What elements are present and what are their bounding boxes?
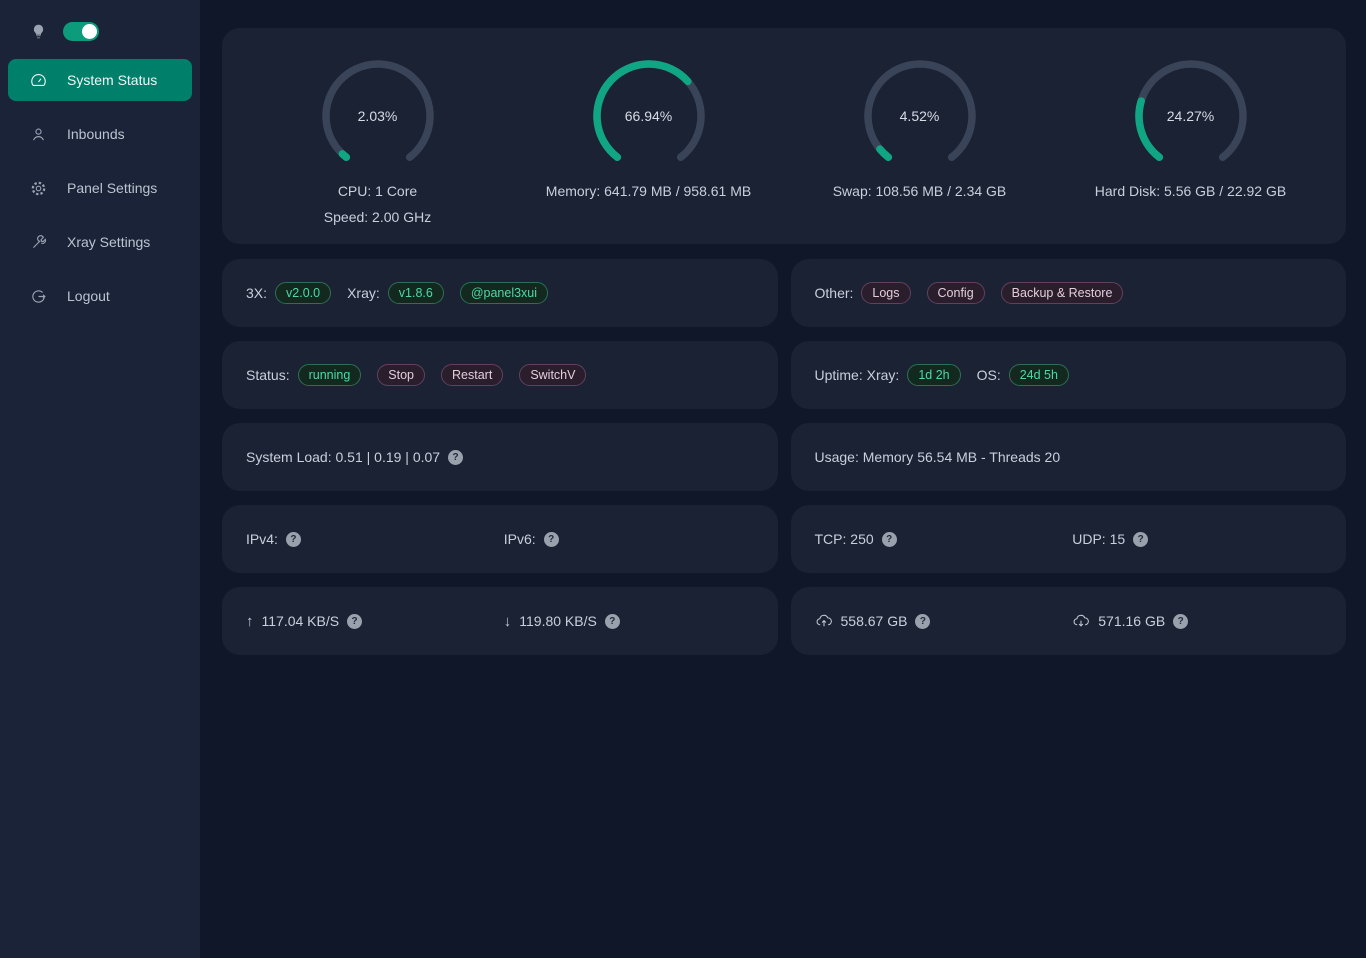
ipv6-section: IPv6: ?: [504, 531, 754, 547]
arrow-up-icon: ↑: [246, 613, 254, 630]
udp-section: UDP: 15 ?: [1072, 531, 1322, 547]
sidebar-item-inbounds[interactable]: Inbounds: [8, 113, 192, 155]
help-icon[interactable]: ?: [1133, 532, 1148, 547]
network-speed-card: ↑ 117.04 KB/S ? ↓ 119.80 KB/S ?: [222, 587, 778, 655]
upload-speed-text: 117.04 KB/S: [262, 613, 340, 629]
other-label: Other:: [815, 285, 854, 301]
backup-restore-button[interactable]: Backup & Restore: [1001, 282, 1124, 304]
memory-gauge: 66.94% Memory: 641.79 MB / 958.61 MB: [513, 56, 784, 228]
gear-icon: [30, 180, 47, 197]
sidebar-item-label: Panel Settings: [67, 180, 157, 196]
total-download-section: 571.16 GB ?: [1072, 612, 1322, 630]
help-icon[interactable]: ?: [544, 532, 559, 547]
download-speed-text: 119.80 KB/S: [519, 613, 597, 629]
cpu-speed-label: Speed: 2.00 GHz: [324, 207, 431, 228]
connections-card: TCP: 250 ? UDP: 15 ?: [791, 505, 1347, 573]
total-traffic-card: 558.67 GB ? 571.16 GB ?: [791, 587, 1347, 655]
sidebar-item-label: Inbounds: [67, 126, 125, 142]
config-button[interactable]: Config: [927, 282, 985, 304]
usage-text: Usage: Memory 56.54 MB - Threads 20: [815, 449, 1061, 465]
os-uptime-badge: 24d 5h: [1009, 364, 1069, 386]
xray-status-card: Status: running Stop Restart SwitchV: [222, 341, 778, 409]
disk-percent: 24.27%: [1131, 56, 1251, 176]
tcp-section: TCP: 250 ?: [815, 531, 1065, 547]
ipv4-section: IPv4: ?: [246, 531, 496, 547]
disk-gauge: 24.27% Hard Disk: 5.56 GB / 22.92 GB: [1055, 56, 1326, 228]
sidebar-item-xray-settings[interactable]: Xray Settings: [8, 221, 192, 263]
cpu-label: CPU: 1 Core: [338, 181, 417, 202]
user-icon: [30, 126, 47, 143]
os-label: OS:: [977, 367, 1001, 383]
total-download-text: 571.16 GB: [1098, 613, 1165, 629]
wrench-icon: [30, 234, 47, 251]
system-load-card: System Load: 0.51 | 0.19 | 0.07 ?: [222, 423, 778, 491]
xray-label: Xray:: [347, 285, 380, 301]
other-card: Other: Logs Config Backup & Restore: [791, 259, 1347, 327]
dark-mode-toggle[interactable]: [63, 22, 99, 41]
restart-button[interactable]: Restart: [441, 364, 503, 386]
memory-label: Memory: 641.79 MB / 958.61 MB: [546, 181, 751, 202]
sidebar-item-label: Logout: [67, 288, 110, 304]
help-icon[interactable]: ?: [448, 450, 463, 465]
theme-row: [8, 14, 192, 59]
cloud-upload-icon: [815, 612, 833, 630]
total-upload-text: 558.67 GB: [841, 613, 908, 629]
3x-version-tag[interactable]: v2.0.0: [275, 282, 331, 304]
3x-label: 3X:: [246, 285, 267, 301]
resource-gauges-card: 2.03% CPU: 1 Core Speed: 2.00 GHz 66.94%…: [222, 28, 1346, 244]
main-content: 2.03% CPU: 1 Core Speed: 2.00 GHz 66.94%…: [200, 0, 1366, 958]
cpu-gauge: 2.03% CPU: 1 Core Speed: 2.00 GHz: [242, 56, 513, 228]
swap-label: Swap: 108.56 MB / 2.34 GB: [833, 181, 1007, 202]
ip-card: IPv4: ? IPv6: ?: [222, 505, 778, 573]
help-icon[interactable]: ?: [915, 614, 930, 629]
memory-percent: 66.94%: [589, 56, 709, 176]
ipv4-label: IPv4:: [246, 531, 278, 547]
help-icon[interactable]: ?: [1173, 614, 1188, 629]
cpu-percent: 2.03%: [318, 56, 438, 176]
disk-label: Hard Disk: 5.56 GB / 22.92 GB: [1095, 181, 1286, 202]
sidebar: System Status Inbounds Panel Settings: [0, 0, 200, 958]
xray-uptime-badge: 1d 2h: [907, 364, 960, 386]
system-load-text: System Load: 0.51 | 0.19 | 0.07: [246, 449, 440, 465]
sidebar-item-label: Xray Settings: [67, 234, 150, 250]
udp-count-text: UDP: 15: [1072, 531, 1125, 547]
total-upload-section: 558.67 GB ?: [815, 612, 1065, 630]
sidebar-item-label: System Status: [67, 72, 157, 88]
switch-version-button[interactable]: SwitchV: [519, 364, 586, 386]
tcp-count-text: TCP: 250: [815, 531, 874, 547]
logs-button[interactable]: Logs: [861, 282, 910, 304]
help-icon[interactable]: ?: [882, 532, 897, 547]
upload-speed-section: ↑ 117.04 KB/S ?: [246, 613, 496, 630]
toggle-knob: [82, 24, 97, 39]
running-status-badge: running: [298, 364, 362, 386]
version-card: 3X: v2.0.0 Xray: v1.8.6 @panel3xui: [222, 259, 778, 327]
cloud-download-icon: [1072, 612, 1090, 630]
dashboard-icon: [30, 72, 47, 89]
stop-button[interactable]: Stop: [377, 364, 425, 386]
swap-percent: 4.52%: [860, 56, 980, 176]
sidebar-item-panel-settings[interactable]: Panel Settings: [8, 167, 192, 209]
telegram-tag[interactable]: @panel3xui: [460, 282, 548, 304]
help-icon[interactable]: ?: [286, 532, 301, 547]
ipv6-label: IPv6:: [504, 531, 536, 547]
usage-card: Usage: Memory 56.54 MB - Threads 20: [791, 423, 1347, 491]
uptime-card: Uptime: Xray: 1d 2h OS: 24d 5h: [791, 341, 1347, 409]
sidebar-item-logout[interactable]: Logout: [8, 275, 192, 317]
download-speed-section: ↓ 119.80 KB/S ?: [504, 613, 754, 630]
help-icon[interactable]: ?: [605, 614, 620, 629]
swap-gauge: 4.52% Swap: 108.56 MB / 2.34 GB: [784, 56, 1055, 228]
sidebar-item-system-status[interactable]: System Status: [8, 59, 192, 101]
help-icon[interactable]: ?: [347, 614, 362, 629]
arrow-down-icon: ↓: [504, 613, 512, 630]
status-label: Status:: [246, 367, 290, 383]
xray-version-tag[interactable]: v1.8.6: [388, 282, 444, 304]
lightbulb-icon: [30, 23, 47, 40]
logout-icon: [30, 288, 47, 305]
uptime-xray-label: Uptime: Xray:: [815, 367, 900, 383]
